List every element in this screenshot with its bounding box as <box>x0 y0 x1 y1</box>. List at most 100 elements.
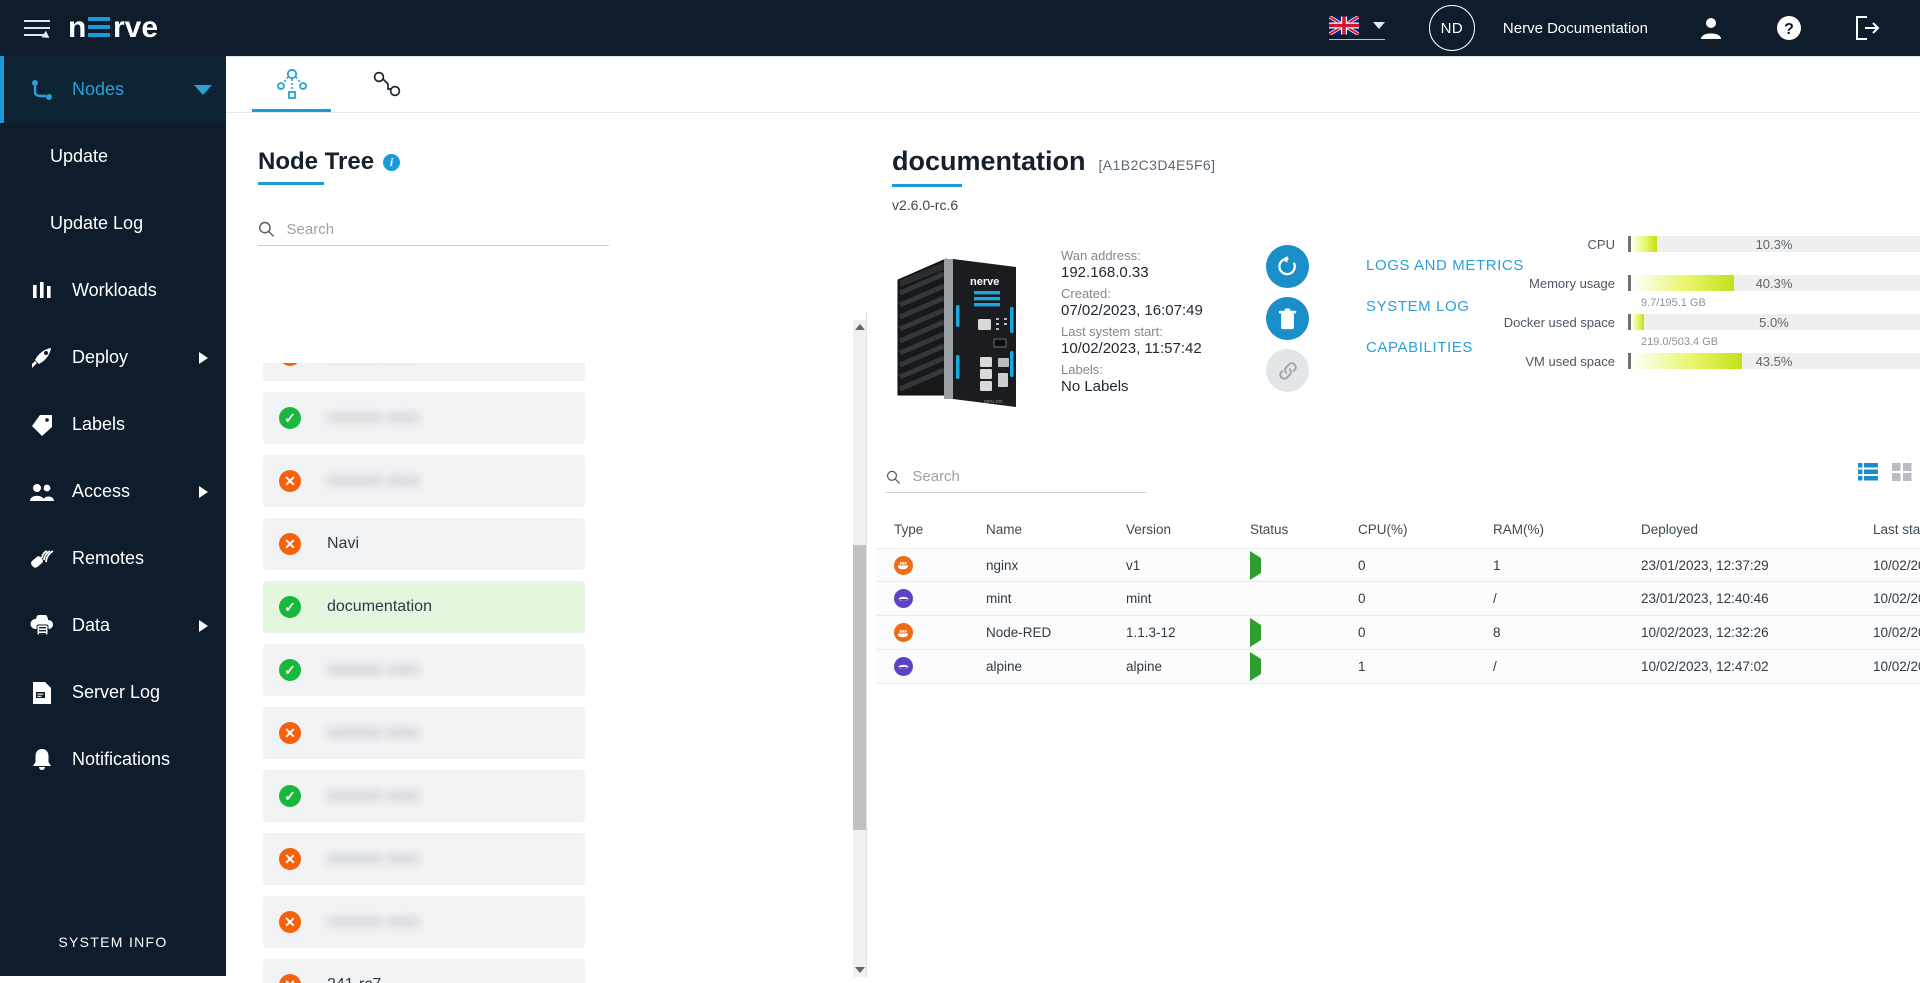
metric-row: Docker used space 5.0% <box>1500 313 1920 331</box>
system-info-link[interactable]: SYSTEM INFO <box>0 934 226 976</box>
tab-node-list[interactable] <box>339 55 434 112</box>
tree-node-row[interactable]: ✕ xxxxxxx xxxx <box>263 833 585 885</box>
sidebar-item-update[interactable]: Update <box>0 123 226 190</box>
meta-value: No Labels <box>1061 377 1129 395</box>
tree-node-row[interactable]: ✕ xxxxxxx xxxx <box>263 455 585 507</box>
node-version: v2.6.0-rc.6 <box>892 197 959 213</box>
tree-node-row[interactable]: ✓ documentation <box>263 581 585 633</box>
metric-row: CPU 10.3% <box>1500 235 1920 253</box>
table-row[interactable]: nginx v1 0 1 23/01/2023, 12:37:29 10/02/2023,… <box>876 548 1920 582</box>
reboot-icon <box>1278 255 1296 276</box>
sidebar-item-label: Nodes <box>72 79 125 99</box>
tree-node-row[interactable]: ✓ xxxxxxx xxxx <box>263 770 585 822</box>
scrollbar-thumb[interactable] <box>853 545 866 830</box>
metric-sublabel: 219.0/503.4 GB <box>1641 336 1719 348</box>
metric-sublabel <box>1641 375 1920 389</box>
metric-sublabel: 9.7/195.1 GB <box>1641 297 1706 309</box>
status-error-icon: ✕ <box>279 911 301 933</box>
workload-version: alpine <box>1126 659 1163 674</box>
table-row[interactable]: Node-RED 1.1.3-12 0 8 10/02/2023, 12:32:26 10… <box>876 616 1920 650</box>
tree-node-row[interactable]: ✕ xxxxxxx xxxx <box>263 707 585 759</box>
workload-type-cell <box>876 623 986 642</box>
tree-node-row[interactable]: ✕ Navi <box>263 518 585 570</box>
node-title: documentation [A1B2C3D4E5F6] <box>892 146 1215 187</box>
sidebar-item-label: Notifications <box>72 749 171 769</box>
metric-percent: 5.0% <box>1759 314 1789 330</box>
vm-icon <box>894 657 913 676</box>
workload-ram: / <box>1493 659 1497 674</box>
delete-button[interactable] <box>1266 297 1309 340</box>
sidebar-item-nodes[interactable]: Nodes <box>0 56 226 123</box>
tree-search-box[interactable] <box>258 220 609 246</box>
sidebar-item-labels[interactable]: Labels <box>0 391 226 458</box>
tree-node-row[interactable]: ✓ xxxxxxx xxxx <box>263 392 585 444</box>
tree-node-row[interactable]: ✕ 241-rc7 <box>263 959 585 983</box>
metric-label: CPU <box>1587 236 1615 252</box>
tree-node-row[interactable]: ✕ xxxxxxx xxxx <box>263 896 585 948</box>
sidebar-item-server-log[interactable]: Server Log <box>0 659 226 726</box>
tree-search-input[interactable] <box>286 220 609 238</box>
search-icon <box>259 221 275 237</box>
grid-view-toggle[interactable] <box>1892 462 1912 482</box>
scroll-down-arrow[interactable] <box>855 967 865 973</box>
help-icon[interactable]: ? <box>1772 11 1806 45</box>
nerve-logo: n rve <box>68 11 198 45</box>
chevron-down-icon <box>194 84 212 95</box>
tree-node-row[interactable]: ✕ xxxxxxx xxxx <box>263 363 585 381</box>
sidebar-item-remotes[interactable]: Remotes <box>0 525 226 592</box>
hamburger-icon[interactable] <box>24 17 52 42</box>
sidebar-item-update-log[interactable]: Update Log <box>0 190 226 257</box>
column-header: CPU(%) <box>1358 521 1408 537</box>
status-ok-icon: ✓ <box>279 596 301 618</box>
table-row[interactable]: mint mint 0 / 23/01/2023, 12:40:46 10/02/2023… <box>876 582 1920 616</box>
tree-node-label: xxxxxxx xxxx <box>327 787 420 804</box>
node-tree-scrollbar[interactable] <box>853 320 866 977</box>
trash-icon <box>1278 307 1297 329</box>
metric-bar: 40.3% <box>1628 275 1920 291</box>
workload-search-input[interactable] <box>912 468 1146 485</box>
sidebar-item-notifications[interactable]: Notifications <box>0 726 226 793</box>
tree-node-label: xxxxxxx xxxx <box>327 472 420 489</box>
metric-row: Memory usage 40.3% <box>1500 274 1920 292</box>
status-ok-icon: ✓ <box>279 785 301 807</box>
workloads-icon <box>28 278 56 304</box>
chevron-right-icon <box>199 619 208 632</box>
status-ok-icon: ✓ <box>279 659 301 681</box>
workload-type-cell <box>876 589 986 608</box>
svg-text:nerve: nerve <box>970 276 999 288</box>
user-icon[interactable] <box>1694 11 1728 45</box>
workload-name: Node-RED <box>986 625 1052 640</box>
language-selector[interactable] <box>1328 16 1385 40</box>
reboot-button[interactable] <box>1266 245 1309 288</box>
link-icon <box>1278 361 1297 380</box>
node-name: documentation <box>892 146 1086 176</box>
vm-icon <box>894 589 913 608</box>
link-button[interactable] <box>1266 349 1309 392</box>
table-row[interactable]: alpine alpine 1 / 10/02/2023, 12:47:02 10/02/… <box>876 650 1920 684</box>
sidebar-item-workloads[interactable]: Workloads <box>0 257 226 324</box>
list-view-toggle[interactable] <box>1858 462 1878 482</box>
scroll-up-arrow[interactable] <box>855 324 865 330</box>
tree-node-label: xxxxxxx xxxx <box>327 363 419 364</box>
node-tree-list[interactable]: ✕xxxxxxx xxxx✓xxxxxxx xxxx✕xxxxxxx xxxx✕… <box>226 363 641 983</box>
meta-key: Created: <box>1061 286 1111 302</box>
chevron-right-icon <box>199 351 208 364</box>
sidebar-item-access[interactable]: Access <box>0 458 226 525</box>
avatar[interactable]: ND <box>1428 5 1475 51</box>
workload-version: v1 <box>1126 557 1141 573</box>
access-users-icon <box>28 479 56 505</box>
logout-icon[interactable] <box>1850 11 1884 45</box>
remotes-icon <box>28 546 56 572</box>
labels-icon <box>28 412 56 438</box>
sidebar-item-deploy[interactable]: Deploy <box>0 324 226 391</box>
sidebar-item-label: Workloads <box>72 280 157 300</box>
sidebar-item-data[interactable]: Data <box>0 592 226 659</box>
chevron-right-icon <box>199 485 208 498</box>
meta-key: Labels: <box>1061 362 1103 378</box>
tree-node-row[interactable]: ✓ xxxxxxx xxxx <box>263 644 585 696</box>
workload-search-box[interactable] <box>886 468 1146 493</box>
sidebar-item-label: Deploy <box>72 347 129 367</box>
tab-tree-view[interactable] <box>244 55 339 112</box>
workload-type-cell <box>876 657 986 676</box>
info-icon[interactable]: i <box>383 153 401 171</box>
